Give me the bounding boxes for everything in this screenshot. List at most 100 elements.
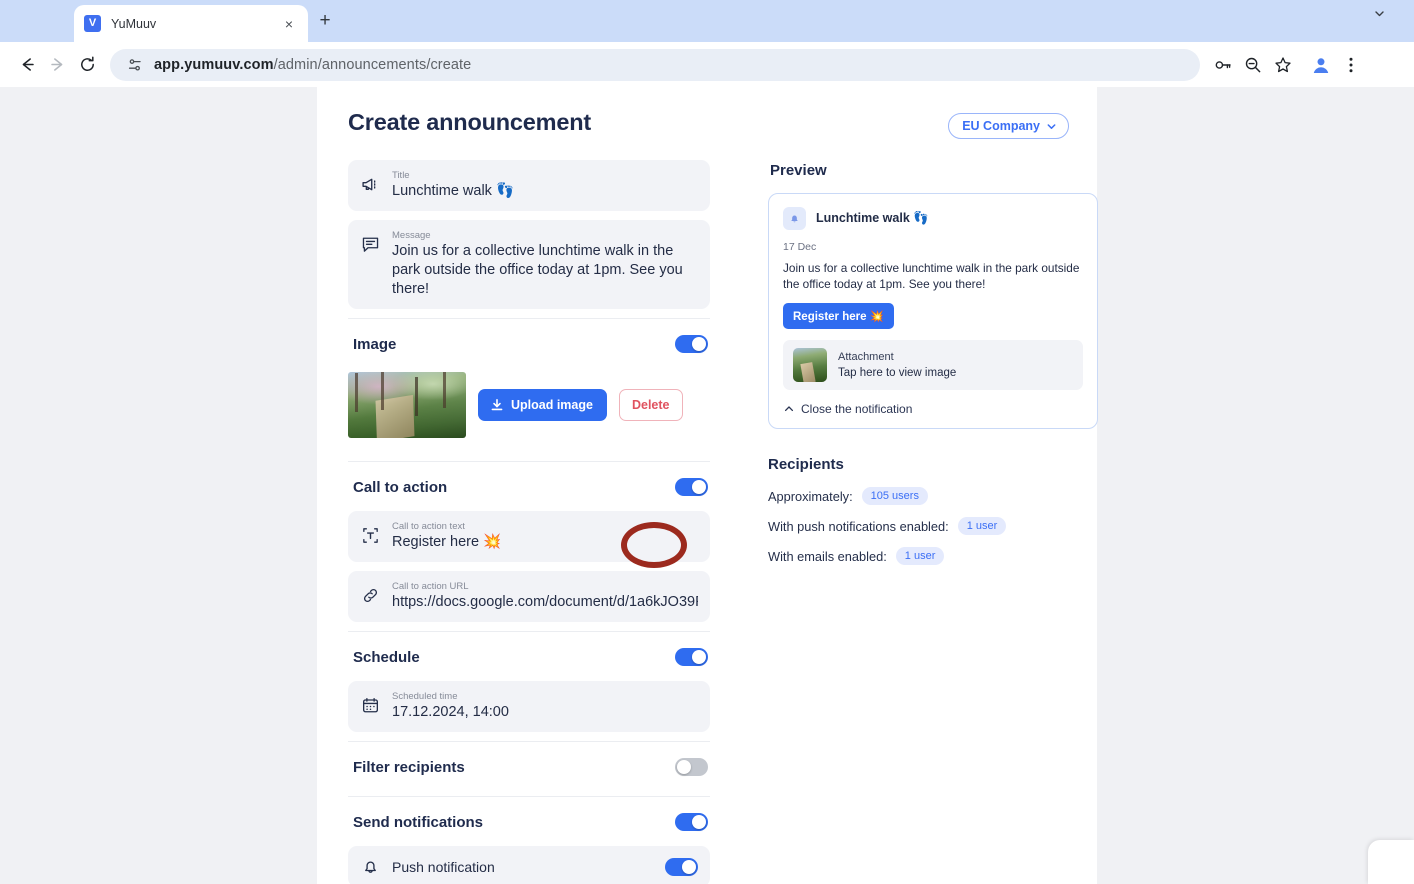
image-thumbnail[interactable] <box>348 372 466 438</box>
cta-section-title: Call to action <box>353 478 448 496</box>
scheduled-time-value: 17.12.2024, 14:00 <box>392 704 509 720</box>
browser-window: V YuMuuv × + app.yumuuv.com/admin/announ… <box>0 0 1414 884</box>
toggle-knob <box>682 859 696 874</box>
title-field[interactable]: Title Lunchtime walk 👣 <box>348 160 710 211</box>
cta-toggle[interactable] <box>675 478 708 496</box>
message-field-label: Message <box>392 230 431 241</box>
favicon-icon: V <box>84 15 101 32</box>
recipients-row-email: With emails enabled: 1 user <box>768 547 1098 565</box>
toggle-knob <box>692 815 706 829</box>
forward-arrow-icon <box>42 50 72 80</box>
toggle-knob <box>677 760 691 774</box>
chevron-down-icon[interactable] <box>1374 8 1402 36</box>
zoom-out-icon[interactable] <box>1238 50 1268 80</box>
cta-section-row: Call to action <box>348 461 710 511</box>
recipients-label: With emails enabled: <box>768 548 887 564</box>
recipients-row-push: With push notifications enabled: 1 user <box>768 517 1098 535</box>
page-header: Create announcement EU Company <box>348 109 1069 139</box>
preview-cta-button[interactable]: Register here 💥 <box>783 303 895 329</box>
close-icon[interactable]: × <box>280 15 298 33</box>
new-tab-button[interactable]: + <box>312 8 338 34</box>
image-section-title: Image <box>353 335 397 353</box>
url-path: /admin/announcements/create <box>273 56 472 73</box>
cta-text-field[interactable]: Call to action text Register here 💥 <box>348 511 710 562</box>
toggle-knob <box>692 650 706 664</box>
link-icon <box>361 586 381 605</box>
calendar-icon <box>361 696 381 715</box>
recipients-label: With push notifications enabled: <box>768 518 949 534</box>
preview-card-title: Lunchtime walk 👣 <box>816 211 929 225</box>
preview-column: Preview Lunchtime walk 👣 17 Dec Join us … <box>740 160 1098 577</box>
profile-avatar-icon[interactable] <box>1306 50 1336 80</box>
company-selector-dropdown[interactable]: EU Company <box>948 113 1069 139</box>
browser-toolbar: app.yumuuv.com/admin/announcements/creat… <box>0 42 1414 87</box>
star-icon[interactable] <box>1268 50 1298 80</box>
download-icon <box>490 398 504 412</box>
key-icon[interactable] <box>1208 50 1238 80</box>
schedule-toggle[interactable] <box>675 648 708 666</box>
content-panel: Create announcement EU Company Title Lun… <box>317 87 1098 884</box>
recipients-section: Recipients Approximately: 105 users With… <box>768 456 1098 565</box>
recipients-heading: Recipients <box>768 456 844 473</box>
close-notification-label: Close the notification <box>801 402 913 416</box>
notification-preview-card: Lunchtime walk 👣 17 Dec Join us for a co… <box>768 193 1098 429</box>
upload-image-button[interactable]: Upload image <box>478 389 607 421</box>
browser-tab-strip: V YuMuuv × + <box>0 0 1414 42</box>
filter-recipients-toggle[interactable] <box>675 758 708 776</box>
image-upload-row: Upload image Delete <box>348 368 710 456</box>
toggle-knob <box>692 480 706 494</box>
cta-text-value: Register here 💥 <box>392 534 502 550</box>
filter-recipients-title: Filter recipients <box>353 758 465 776</box>
delete-image-button[interactable]: Delete <box>618 389 683 421</box>
schedule-section-title: Schedule <box>353 648 420 666</box>
page-title: Create announcement <box>348 109 592 135</box>
chevron-down-icon <box>1047 122 1056 131</box>
browser-tab[interactable]: V YuMuuv × <box>74 5 308 42</box>
cta-url-label: Call to action URL <box>392 581 469 592</box>
reload-icon[interactable] <box>72 50 102 80</box>
company-selector-label: EU Company <box>962 119 1040 133</box>
preview-attachment[interactable]: Attachment Tap here to view image <box>783 340 1083 390</box>
toolbar-actions <box>1208 50 1366 80</box>
cta-url-field[interactable]: Call to action URL https://docs.google.c… <box>348 571 710 622</box>
message-bubble-icon <box>361 235 381 254</box>
send-notifications-toggle[interactable] <box>675 813 708 831</box>
preview-heading: Preview <box>770 162 827 179</box>
toggle-knob <box>692 337 706 351</box>
close-notification-link[interactable]: Close the notification <box>783 398 1083 418</box>
image-toggle[interactable] <box>675 335 708 353</box>
site-settings-icon[interactable] <box>124 54 146 76</box>
recipients-count-badge: 1 user <box>895 547 945 565</box>
tab-title: YuMuuv <box>111 16 157 31</box>
chevron-up-icon <box>784 404 794 414</box>
preview-message: Join us for a collective lunchtime walk … <box>783 261 1080 291</box>
bell-icon <box>361 857 380 876</box>
page-viewport: Create announcement EU Company Title Lun… <box>0 87 1414 884</box>
message-field[interactable]: Message Join us for a collective lunchti… <box>348 220 710 309</box>
recipients-label: Approximately: <box>768 488 853 504</box>
megaphone-icon <box>361 175 381 194</box>
send-notifications-row: Send notifications <box>348 796 710 846</box>
schedule-section-row: Schedule <box>348 631 710 681</box>
url-host: app.yumuuv.com <box>154 56 274 73</box>
three-dot-menu-icon[interactable] <box>1336 50 1366 80</box>
push-notification-label: Push notification <box>392 858 495 875</box>
scheduled-time-field[interactable]: Scheduled time 17.12.2024, 14:00 <box>348 681 710 732</box>
push-notification-toggle[interactable] <box>665 857 698 876</box>
delete-image-label: Delete <box>631 398 670 412</box>
back-arrow-icon[interactable] <box>12 50 42 80</box>
corner-widget[interactable] <box>1368 840 1414 884</box>
attachment-label: Attachment <box>838 350 894 363</box>
url-text: app.yumuuv.com/admin/announcements/creat… <box>154 57 471 73</box>
bell-icon <box>783 207 806 230</box>
cta-url-value: https://docs.google.com/document/d/1a6kJ… <box>392 594 698 610</box>
recipients-count-badge: 105 users <box>861 487 928 505</box>
filter-recipients-row: Filter recipients <box>348 741 710 791</box>
recipients-row-approximate: Approximately: 105 users <box>768 487 1098 505</box>
address-bar[interactable]: app.yumuuv.com/admin/announcements/creat… <box>110 48 1200 81</box>
scheduled-time-label: Scheduled time <box>392 691 458 702</box>
two-column-layout: Title Lunchtime walk 👣 Message Join us f… <box>348 160 1098 884</box>
send-notifications-title: Send notifications <box>353 813 484 831</box>
title-field-label: Title <box>392 170 410 181</box>
preview-date: 17 Dec <box>783 241 817 253</box>
